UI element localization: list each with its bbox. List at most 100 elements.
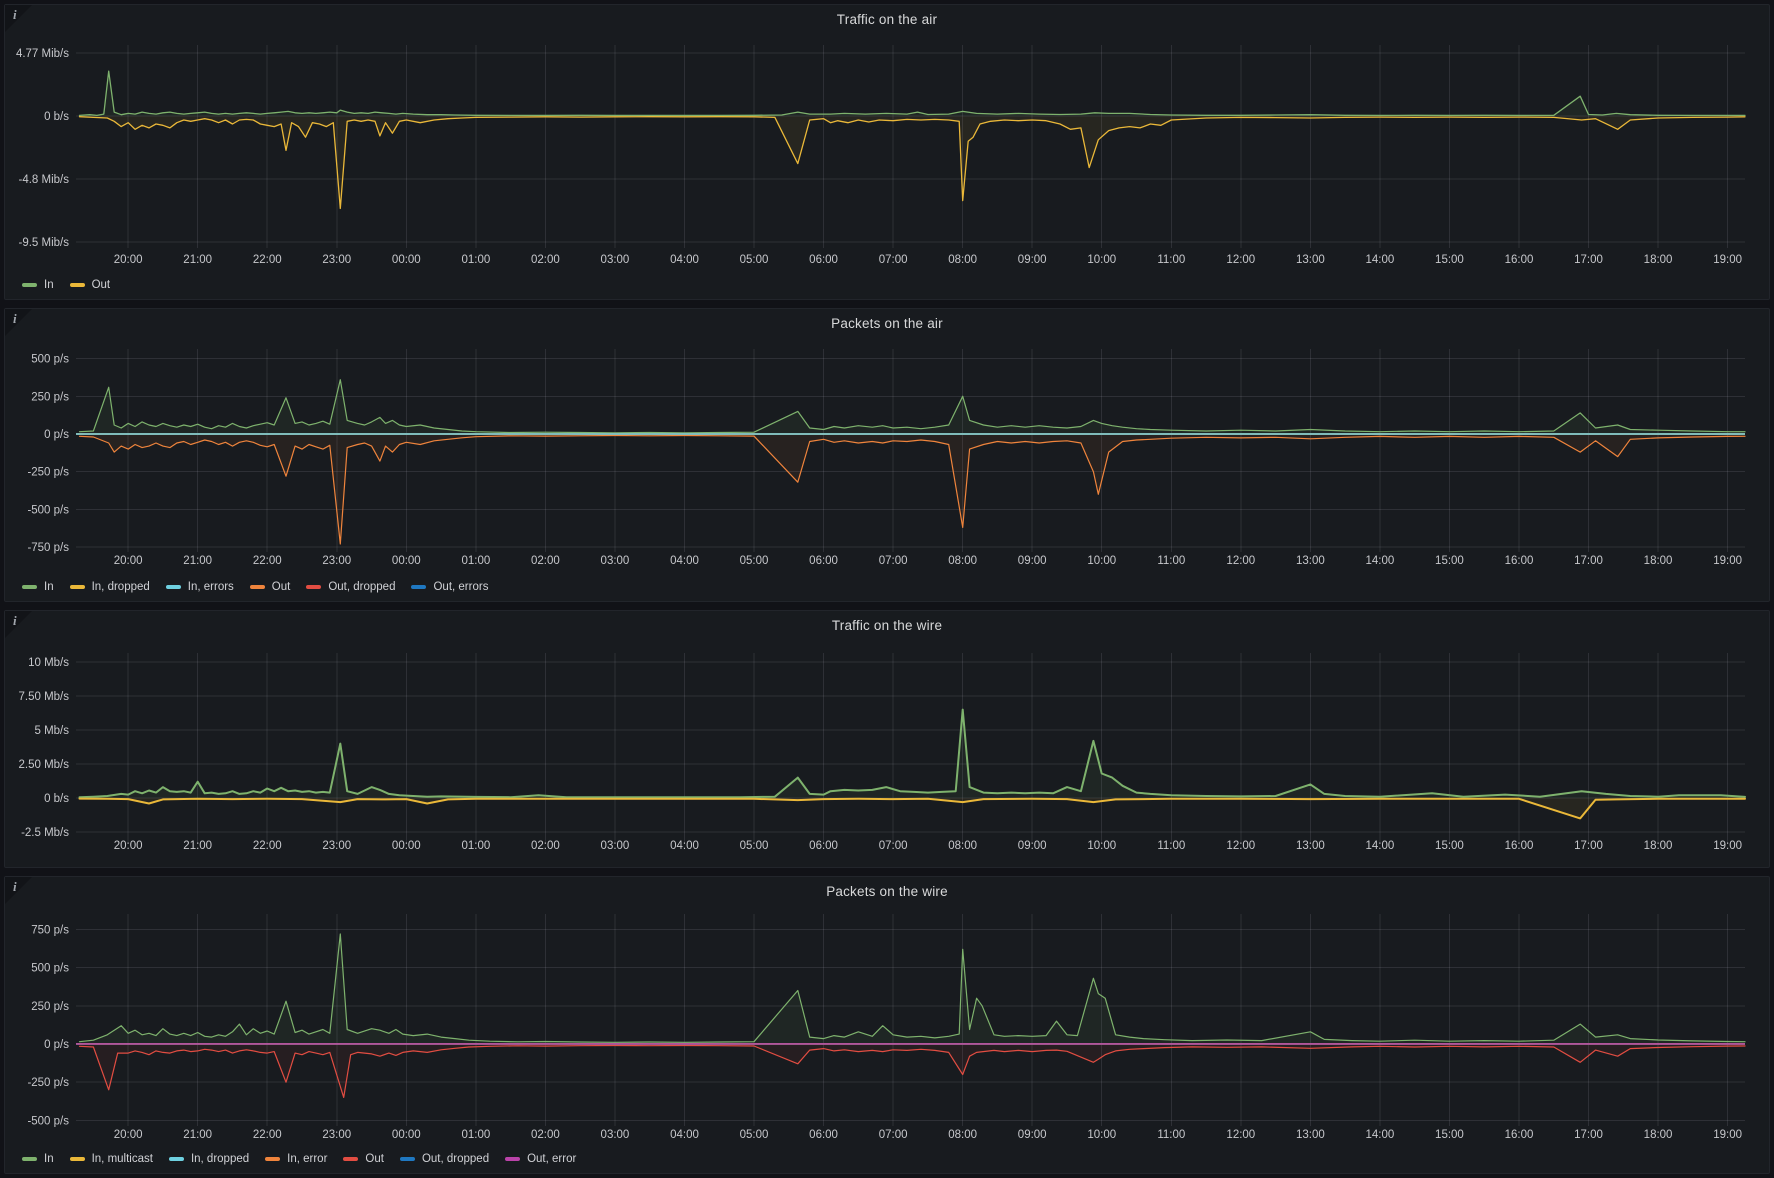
panel-packets-on-the-air: i Packets on the air 500 p/s 250 p/s 0 p/s… [4, 308, 1770, 602]
svg-text:12:00: 12:00 [1226, 254, 1255, 266]
svg-text:07:00: 07:00 [879, 555, 908, 567]
svg-text:-250 p/s: -250 p/s [27, 467, 69, 479]
legend: In Out [22, 276, 110, 294]
legend-item[interactable]: In, errors [165, 581, 234, 593]
svg-text:10:00: 10:00 [1087, 254, 1116, 266]
legend-label: In, errors [187, 581, 234, 593]
svg-text:21:00: 21:00 [183, 555, 212, 567]
svg-text:250 p/s: 250 p/s [31, 1001, 69, 1013]
legend-color-swatch [69, 1157, 85, 1161]
panel-title[interactable]: Traffic on the air [5, 12, 1769, 27]
time-series-chart[interactable]: 500 p/s 250 p/s 0 p/s -250 p/s -500 p/s -750 … [5, 309, 1769, 601]
svg-text:16:00: 16:00 [1505, 1129, 1534, 1141]
time-series-chart[interactable]: 4.77 Mib/s 0 b/s -4.8 Mib/s -9.5 Mib/s 20:00… [5, 5, 1769, 299]
svg-text:16:00: 16:00 [1505, 555, 1534, 567]
y-axis-labels: 500 p/s 250 p/s 0 p/s -250 p/s -500 p/s -750 … [27, 354, 69, 554]
svg-text:19:00: 19:00 [1713, 254, 1742, 266]
svg-text:06:00: 06:00 [809, 555, 838, 567]
legend-item[interactable]: Out, error [505, 1153, 576, 1165]
svg-text:20:00: 20:00 [114, 555, 143, 567]
legend-label: Out [91, 279, 111, 291]
legend-item[interactable]: Out, dropped [306, 581, 395, 593]
chart-canvas[interactable]: 10 Mb/s 7.50 Mb/s 5 Mb/s 2.50 Mb/s 0 b/s -2.5… [5, 611, 1769, 867]
legend-item[interactable]: In, multicast [69, 1153, 153, 1165]
time-series-chart[interactable]: 10 Mb/s 7.50 Mb/s 5 Mb/s 2.50 Mb/s 0 b/s -2.5… [5, 611, 1769, 867]
svg-text:13:00: 13:00 [1296, 254, 1325, 266]
legend-color-swatch [505, 1157, 521, 1161]
time-series-chart[interactable]: 750 p/s 500 p/s 250 p/s 0 p/s -250 p/s -500 p… [5, 877, 1769, 1173]
svg-text:0 p/s: 0 p/s [44, 429, 69, 441]
svg-text:19:00: 19:00 [1713, 840, 1742, 852]
svg-text:09:00: 09:00 [1018, 1129, 1047, 1141]
svg-text:08:00: 08:00 [948, 1129, 977, 1141]
svg-text:21:00: 21:00 [183, 1129, 212, 1141]
panel-traffic-on-the-wire: i Traffic on the wire 10 Mb/s 7.50 Mb/s 5 … [4, 610, 1770, 868]
legend-item[interactable]: In, error [265, 1153, 327, 1165]
svg-text:05:00: 05:00 [740, 1129, 769, 1141]
svg-text:250 p/s: 250 p/s [31, 391, 69, 403]
svg-text:11:00: 11:00 [1157, 254, 1185, 266]
y-axis-labels: 4.77 Mib/s 0 b/s -4.8 Mib/s -9.5 Mib/s [16, 48, 69, 249]
svg-text:15:00: 15:00 [1435, 254, 1464, 266]
svg-text:2.50 Mb/s: 2.50 Mb/s [19, 759, 70, 771]
chart-canvas[interactable]: 4.77 Mib/s 0 b/s -4.8 Mib/s -9.5 Mib/s 20:00… [5, 5, 1769, 299]
legend-item[interactable]: In, dropped [168, 1153, 249, 1165]
svg-text:10:00: 10:00 [1087, 840, 1116, 852]
svg-text:17:00: 17:00 [1574, 840, 1603, 852]
gridlines [76, 914, 1745, 1126]
svg-text:-4.8 Mib/s: -4.8 Mib/s [19, 174, 70, 186]
svg-text:4.77 Mib/s: 4.77 Mib/s [16, 48, 69, 60]
svg-text:14:00: 14:00 [1366, 555, 1395, 567]
svg-text:00:00: 00:00 [392, 555, 421, 567]
svg-text:03:00: 03:00 [601, 254, 630, 266]
svg-text:22:00: 22:00 [253, 1129, 282, 1141]
y-axis-labels: 10 Mb/s 7.50 Mb/s 5 Mb/s 2.50 Mb/s 0 b/s -2.5… [19, 657, 70, 839]
panel-title[interactable]: Packets on the wire [5, 884, 1769, 899]
legend: In In, dropped In, errors Out Out, dropped Ou… [22, 578, 488, 596]
legend-label: In, error [287, 1153, 328, 1165]
legend-item[interactable]: In [22, 1153, 54, 1165]
panel-title[interactable]: Packets on the air [5, 316, 1769, 331]
legend-item[interactable]: Out [343, 1153, 384, 1165]
svg-text:07:00: 07:00 [879, 840, 908, 852]
grafana-dashboard: i Traffic on the air 4.77 Mib/s 0 b/s -4.8… [0, 0, 1774, 1178]
legend-item[interactable]: In, dropped [69, 581, 150, 593]
legend-label: In, dropped [91, 581, 150, 593]
gridlines [76, 45, 1745, 248]
svg-text:18:00: 18:00 [1644, 1129, 1673, 1141]
svg-text:-250 p/s: -250 p/s [27, 1077, 69, 1089]
x-axis-labels: 20:00 21:00 22:00 23:00 00:00 01:00 02:00 03:00… [114, 840, 1742, 852]
legend-color-swatch [22, 1157, 37, 1161]
legend-item[interactable]: Out, dropped [399, 1153, 489, 1165]
legend-color-swatch [69, 585, 85, 589]
svg-text:750 p/s: 750 p/s [31, 924, 69, 936]
legend-color-swatch [168, 1157, 184, 1161]
svg-text:13:00: 13:00 [1296, 840, 1325, 852]
svg-text:05:00: 05:00 [740, 555, 769, 567]
legend-item[interactable]: Out [249, 581, 290, 593]
legend-item[interactable]: In [22, 279, 54, 291]
series-in [78, 70, 1746, 117]
svg-text:12:00: 12:00 [1226, 555, 1255, 567]
panel-title[interactable]: Traffic on the wire [5, 618, 1769, 633]
svg-text:14:00: 14:00 [1366, 254, 1395, 266]
panel-traffic-on-the-air: i Traffic on the air 4.77 Mib/s 0 b/s -4.8… [4, 4, 1770, 300]
svg-text:-500 p/s: -500 p/s [27, 1115, 69, 1127]
legend-item[interactable]: Out [69, 279, 111, 291]
legend-color-swatch [411, 585, 427, 589]
svg-text:20:00: 20:00 [114, 1129, 143, 1141]
legend-label: In [44, 279, 54, 291]
legend-color-swatch [165, 585, 181, 589]
svg-text:18:00: 18:00 [1644, 254, 1673, 266]
chart-canvas[interactable]: 750 p/s 500 p/s 250 p/s 0 p/s -250 p/s -500 p… [5, 877, 1769, 1173]
svg-text:-2.5 Mb/s: -2.5 Mb/s [21, 827, 69, 839]
svg-text:23:00: 23:00 [322, 254, 351, 266]
legend-item[interactable]: In [22, 581, 54, 593]
chart-canvas[interactable]: 500 p/s 250 p/s 0 p/s -250 p/s -500 p/s -750 … [5, 309, 1769, 601]
svg-text:01:00: 01:00 [461, 555, 490, 567]
svg-text:5 Mb/s: 5 Mb/s [34, 725, 69, 737]
svg-text:03:00: 03:00 [601, 1129, 630, 1141]
panel-packets-on-the-wire: i Packets on the wire 750 p/s 500 p/s 250 … [4, 876, 1770, 1174]
legend-item[interactable]: Out, errors [411, 581, 488, 593]
svg-text:10:00: 10:00 [1087, 1129, 1116, 1141]
